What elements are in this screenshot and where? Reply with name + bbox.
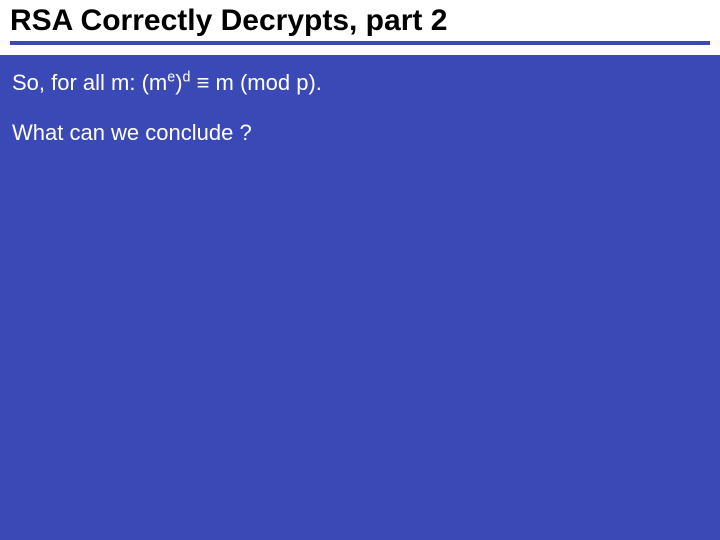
title-band: RSA Correctly Decrypts, part 2 [0, 0, 720, 47]
slide-title: RSA Correctly Decrypts, part 2 [10, 4, 710, 39]
line1-mid: ) [175, 70, 182, 95]
title-band-pad [0, 47, 720, 55]
body-line-2: What can we conclude ? [12, 119, 708, 148]
line1-superscript-e: e [167, 69, 175, 85]
line1-suffix: ≡ m (mod p). [190, 70, 321, 95]
slide-body: So, for all m: (me)d ≡ m (mod p). What c… [0, 55, 720, 148]
body-line-1: So, for all m: (me)d ≡ m (mod p). [12, 69, 708, 98]
slide: RSA Correctly Decrypts, part 2 So, for a… [0, 0, 720, 540]
line1-prefix: So, for all m: (m [12, 70, 167, 95]
title-underline [10, 41, 710, 45]
